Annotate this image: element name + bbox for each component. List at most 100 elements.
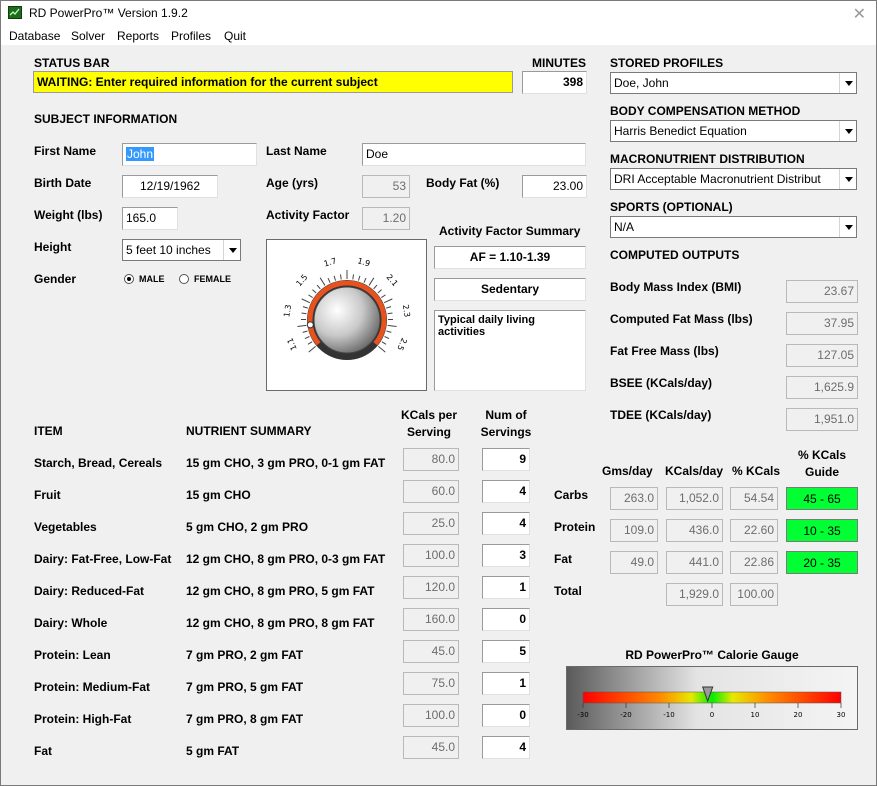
- servings-field-vegetables[interactable]: 4: [482, 512, 530, 535]
- protein-guide-badge: 10 - 35: [786, 519, 858, 542]
- dial-tick-mark: [352, 274, 354, 280]
- pct-guide-header-1: % KCals: [797, 448, 847, 462]
- servings-field-fruit[interactable]: 4: [482, 480, 530, 503]
- body-comp-select[interactable]: Harris Benedict Equation: [610, 120, 857, 142]
- app-icon: [8, 6, 22, 19]
- kcals-field-dairy-reduced-fat: 120.0: [403, 576, 459, 599]
- nutrient-summary-starch-bread-cereals: 15 gm CHO, 3 gm PRO, 0-1 gm FAT: [186, 456, 386, 470]
- nutrient-summary-fruit: 15 gm CHO: [186, 488, 251, 502]
- servings-field-protein-high-fat[interactable]: 0: [482, 704, 530, 727]
- dial-pointer: [306, 321, 314, 329]
- birth-date-field[interactable]: 12/19/1962: [122, 175, 218, 198]
- gauge-tick-label: 20: [794, 711, 803, 719]
- body-fat-label: Body Fat (%): [426, 176, 500, 190]
- servings-field-fat[interactable]: 4: [482, 736, 530, 759]
- activity-factor-field: 1.20: [362, 207, 410, 230]
- kcals-field-vegetables: 25.0: [403, 512, 459, 535]
- dial-tick-mark: [302, 330, 308, 333]
- servings-field-dairy-fat-free-low-fat[interactable]: 3: [482, 544, 530, 567]
- calorie-gauge: -30 -20 -10 0 10 20 30: [566, 666, 858, 730]
- dial-knob: [313, 286, 381, 354]
- window-title: RD PowerPro™ Version 1.9.2: [29, 6, 188, 20]
- menu-database[interactable]: Database: [9, 29, 60, 43]
- dial-tick-label: 1.7: [323, 256, 338, 268]
- stored-profiles-value: Doe, John: [614, 76, 669, 90]
- activity-factor-label: Activity Factor: [266, 208, 350, 222]
- dial-tick-mark: [308, 294, 313, 299]
- dial-tick-mark: [386, 306, 392, 309]
- servings-field-protein-medium-fat[interactable]: 1: [482, 672, 530, 695]
- title-bar: RD PowerPro™ Version 1.9.2 ✕: [1, 1, 876, 25]
- sports-select[interactable]: N/A: [610, 216, 857, 238]
- status-bar-label: STATUS BAR: [34, 56, 110, 70]
- dial-tick-mark: [316, 284, 321, 290]
- item-name-vegetables: Vegetables: [34, 520, 97, 534]
- menu-reports[interactable]: Reports: [117, 29, 159, 43]
- stored-profiles-select[interactable]: Doe, John: [610, 72, 857, 94]
- weight-label: Weight (lbs): [34, 208, 103, 222]
- item-name-protein-high-fat: Protein: High-Fat: [34, 712, 132, 726]
- dial-tick-mark: [302, 306, 308, 309]
- kcals-per-serving-header-1: KCals per: [400, 408, 458, 422]
- tdee-field: 1,951.0: [786, 408, 858, 431]
- first-name-field[interactable]: John: [122, 143, 257, 166]
- kcals-field-starch-bread-cereals: 80.0: [403, 448, 459, 471]
- dial-tick-mark: [308, 345, 316, 353]
- height-select[interactable]: 5 feet 10 inches: [122, 239, 241, 261]
- calorie-gauge-title: RD PowerPro™ Calorie Gauge: [625, 648, 799, 662]
- close-icon[interactable]: ✕: [853, 4, 866, 24]
- servings-field-starch-bread-cereals[interactable]: 9: [482, 448, 530, 471]
- gender-male-label: MALE: [139, 274, 165, 284]
- status-message: WAITING: Enter required information for …: [33, 71, 513, 93]
- minutes-label: MINUTES: [532, 56, 586, 70]
- macro-dist-select[interactable]: DRI Acceptable Macronutrient Distribut: [610, 168, 857, 190]
- first-name-label: First Name: [34, 144, 97, 158]
- item-name-starch-bread-cereals: Starch, Bread, Cereals: [34, 456, 163, 470]
- bsee-label: BSEE (KCals/day): [610, 376, 713, 390]
- item-name-dairy-whole: Dairy: Whole: [34, 616, 108, 630]
- tdee-label: TDEE (KCals/day): [610, 408, 712, 422]
- kcals-per-serving-header-2: Serving: [406, 425, 451, 439]
- sports-value: N/A: [614, 220, 635, 234]
- weight-field[interactable]: 165.0: [122, 207, 178, 230]
- menu-profiles[interactable]: Profiles: [171, 29, 211, 43]
- dial-tick-mark: [378, 345, 386, 353]
- menu-quit[interactable]: Quit: [224, 29, 246, 43]
- nutrient-summary-dairy-whole: 12 gm CHO, 8 gm PRO, 8 gm FAT: [186, 616, 375, 630]
- minutes-field[interactable]: 398: [522, 71, 587, 94]
- chevron-down-icon: [223, 240, 240, 260]
- dial-tick-label: 1.3: [282, 304, 293, 318]
- dial-tick-mark: [386, 330, 392, 333]
- kcals-field-protein-medium-fat: 75.0: [403, 672, 459, 695]
- body-comp-label: BODY COMPENSATION METHOD: [610, 104, 801, 118]
- fat-mass-field: 37.95: [786, 312, 858, 335]
- gauge-tick-label: -30: [577, 711, 588, 719]
- servings-field-dairy-reduced-fat[interactable]: 1: [482, 576, 530, 599]
- chevron-down-icon: [839, 169, 856, 189]
- body-fat-field[interactable]: 23.00: [522, 175, 587, 198]
- dial-tick-mark: [312, 289, 317, 294]
- dial-tick-mark: [301, 298, 311, 304]
- servings-field-dairy-whole[interactable]: 0: [482, 608, 530, 631]
- menu-solver[interactable]: Solver: [71, 29, 105, 43]
- gender-female-radio[interactable]: [179, 274, 189, 284]
- first-name-value: John: [126, 147, 155, 161]
- last-name-field[interactable]: Doe: [362, 143, 586, 166]
- dial-tick-mark: [384, 336, 390, 339]
- pct-guide-header-2: Guide: [804, 465, 839, 479]
- dial-tick-mark: [363, 277, 367, 283]
- protein-gms-field: 109.0: [610, 519, 658, 542]
- kcals-field-fat: 45.0: [403, 736, 459, 759]
- num-servings-header-2: Servings: [480, 425, 532, 439]
- gender-male-radio[interactable]: [124, 274, 134, 284]
- total-label: Total: [554, 584, 582, 598]
- dial-tick-mark: [387, 324, 397, 328]
- last-name-label: Last Name: [266, 144, 327, 158]
- dial-tick-mark: [387, 312, 393, 315]
- fat-kcals-field: 441.0: [666, 551, 723, 574]
- fat-gms-field: 49.0: [610, 551, 658, 574]
- servings-field-protein-lean[interactable]: 5: [482, 640, 530, 663]
- activity-dial[interactable]: 1.1 1.3 1.5 1.7 1.9 2.1 2.3 2.5: [266, 239, 427, 391]
- gender-female-label: FEMALE: [194, 274, 231, 284]
- calorie-gauge-graphic: -30 -20 -10 0 10 20 30: [567, 667, 857, 729]
